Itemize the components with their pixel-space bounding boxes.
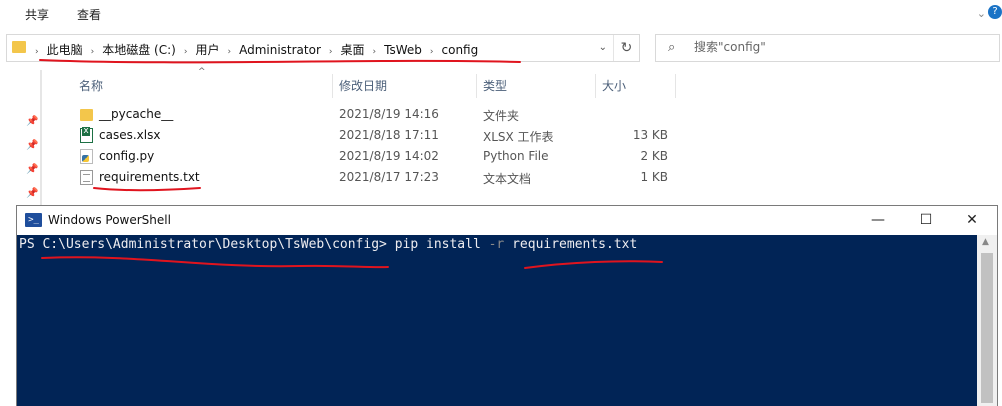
chevron-down-icon[interactable]: ⌄ (977, 7, 986, 20)
console-prompt: PS C:\Users\Administrator\Desktop\TsWeb\… (19, 237, 395, 252)
breadcrumb-users[interactable]: 用户 (195, 43, 219, 57)
chevron-right-icon[interactable]: › (184, 47, 188, 57)
close-button[interactable]: ✕ (949, 206, 995, 235)
explorer-ribbon: 共享 查看 ⌄ ? (0, 0, 1002, 28)
file-type: 文件夹 (483, 109, 520, 123)
tab-view[interactable]: 查看 (77, 6, 101, 23)
file-date: 2021/8/17 17:23 (339, 170, 439, 184)
powershell-window[interactable]: >_ Windows PowerShell — ☐ ✕ PS C:\Users\… (16, 205, 998, 406)
chevron-right-icon[interactable]: › (430, 47, 434, 57)
column-header-type[interactable]: 类型 (477, 74, 596, 98)
folder-icon (12, 41, 26, 53)
file-date: 2021/8/18 17:11 (339, 128, 439, 142)
breadcrumb-local-disk[interactable]: 本地磁盘 (C:) (102, 43, 176, 57)
window-title: Windows PowerShell (48, 213, 171, 227)
breadcrumb-desktop[interactable]: 桌面 (341, 43, 365, 57)
chevron-right-icon[interactable]: › (227, 47, 231, 57)
refresh-icon[interactable]: ↻ (613, 35, 639, 61)
pin-icon[interactable]: 📌 (26, 164, 38, 175)
file-row[interactable]: config.py 2021/8/19 14:02 Python File 2 … (76, 146, 680, 167)
pin-icon[interactable]: 📌 (26, 140, 38, 151)
column-header-date[interactable]: 修改日期 (333, 74, 477, 98)
chevron-right-icon[interactable]: › (329, 47, 333, 57)
search-icon: ⌕ (668, 40, 676, 55)
file-name: cases.xlsx (99, 128, 161, 142)
help-icon[interactable]: ? (988, 5, 1002, 19)
file-type: 文本文档 (483, 172, 532, 186)
maximize-button[interactable]: ☐ (903, 206, 949, 235)
file-size: 2 KB (640, 149, 668, 163)
search-input[interactable] (694, 40, 984, 54)
file-size: 1 KB (640, 170, 668, 184)
console-command: pip install (394, 237, 489, 252)
column-header-size[interactable]: 大小 (596, 74, 676, 98)
file-name: __pycache__ (99, 107, 174, 121)
folder-icon (80, 109, 93, 121)
file-name: requirements.txt (99, 170, 200, 184)
search-box[interactable]: ⌕ (655, 34, 1000, 62)
console-argument: requirements.txt (504, 237, 638, 252)
file-row[interactable]: requirements.txt 2021/8/17 17:23 文本文档 1 … (76, 167, 680, 188)
file-row[interactable]: __pycache__ 2021/8/19 14:16 文件夹 (76, 104, 680, 125)
column-header-name[interactable]: 名称 (76, 74, 333, 98)
tab-share[interactable]: 共享 (25, 6, 49, 23)
scroll-thumb[interactable] (981, 253, 993, 403)
annotation-underline (93, 187, 201, 192)
file-name: config.py (99, 149, 155, 163)
python-file-icon (80, 149, 93, 164)
file-row[interactable]: cases.xlsx 2021/8/18 17:11 XLSX 工作表 13 K… (76, 125, 680, 146)
chevron-right-icon[interactable]: › (91, 47, 95, 57)
navigation-pane: 📌 📌 📌 📌 (0, 70, 42, 210)
column-label: 类型 (483, 79, 508, 93)
xlsx-file-icon (80, 127, 93, 143)
chevron-right-icon[interactable]: › (373, 47, 377, 57)
console-area[interactable]: PS C:\Users\Administrator\Desktop\TsWeb\… (17, 235, 977, 406)
column-divider[interactable] (675, 74, 676, 98)
file-size: 13 KB (632, 128, 668, 142)
nav-scrollbar[interactable] (40, 70, 42, 210)
breadcrumb-this-pc[interactable]: 此电脑 (47, 43, 83, 57)
file-date: 2021/8/19 14:16 (339, 107, 439, 121)
powershell-icon: >_ (25, 213, 42, 227)
console-scrollbar[interactable]: ▲ (977, 235, 997, 406)
address-dropdown-icon[interactable]: ⌄ (599, 42, 607, 53)
scroll-up-icon[interactable]: ▲ (982, 237, 989, 247)
pin-icon[interactable]: 📌 (26, 116, 38, 127)
powershell-titlebar[interactable]: >_ Windows PowerShell — ☐ ✕ (17, 206, 997, 235)
console-line: PS C:\Users\Administrator\Desktop\TsWeb\… (19, 237, 637, 252)
address-bar[interactable]: › 此电脑 › 本地磁盘 (C:) › 用户 › Administrator › 桌面 › TsWeb… (6, 34, 640, 62)
file-date: 2021/8/19 14:02 (339, 149, 439, 163)
file-type: XLSX 工作表 (483, 130, 554, 144)
minimize-button[interactable]: — (855, 206, 901, 235)
column-label: 名称 (79, 79, 104, 93)
text-file-icon (80, 170, 93, 185)
breadcrumb-tsweb[interactable]: TsWeb (384, 43, 422, 57)
breadcrumb-administrator[interactable]: Administrator (239, 43, 321, 57)
breadcrumb-config[interactable]: config (442, 43, 479, 57)
file-type: Python File (483, 149, 549, 163)
column-label: 修改日期 (339, 79, 388, 93)
breadcrumb: › 此电脑 › 本地磁盘 (C:) › 用户 › Administrator › 桌面 › TsWeb… (35, 41, 478, 58)
chevron-right-icon[interactable]: › (35, 47, 39, 57)
pin-icon[interactable]: 📌 (26, 188, 38, 199)
console-flag: -r (488, 237, 505, 252)
column-label: 大小 (602, 79, 627, 93)
